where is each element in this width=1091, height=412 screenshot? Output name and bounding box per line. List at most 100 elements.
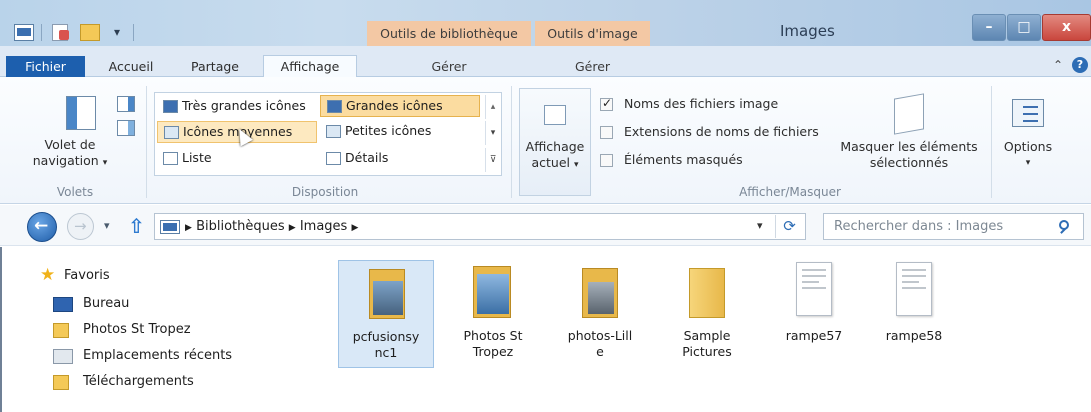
- hidden-items-checkbox[interactable]: [600, 154, 613, 167]
- nav-item-label: Téléchargements: [83, 374, 194, 389]
- file-name-line-2: e: [596, 344, 604, 359]
- nav-item-photos-st-tropez[interactable]: Photos St Tropez: [53, 320, 191, 340]
- search-input[interactable]: Rechercher dans : Images: [834, 219, 1003, 234]
- options-button[interactable]: Options ▾: [997, 139, 1059, 171]
- search-box[interactable]: Rechercher dans : Images: [823, 213, 1084, 240]
- layout-extra-large-icons[interactable]: Très grandes icônes: [157, 96, 317, 118]
- collapse-ribbon-icon[interactable]: ⌃: [1053, 58, 1063, 72]
- file-name-line-1: pcfusionsy: [352, 329, 420, 344]
- search-icon[interactable]: [1056, 218, 1074, 236]
- current-view-label-1: Affichage: [525, 139, 585, 154]
- photo-folder-icon: [552, 260, 648, 328]
- document-icon: [866, 260, 962, 328]
- layout-large-icons[interactable]: Grandes icônes: [320, 95, 480, 117]
- downloads-folder-icon: [53, 375, 69, 390]
- refresh-icon[interactable]: ⟳: [775, 215, 803, 238]
- tab-file[interactable]: Fichier: [6, 56, 85, 77]
- check-icon: ✓: [602, 96, 613, 110]
- file-item[interactable]: pcfusionsy nc1: [338, 260, 434, 368]
- nav-item-downloads[interactable]: Téléchargements: [53, 372, 194, 392]
- photo-folder-icon: [445, 260, 541, 328]
- tab-home[interactable]: Accueil: [92, 56, 170, 77]
- group-label-layout: Disposition: [291, 185, 359, 199]
- current-view-button[interactable]: Affichage actuel ▾: [519, 88, 591, 196]
- library-images-icon: [160, 220, 180, 234]
- checkbox-label-names: Noms des fichiers image: [624, 96, 779, 111]
- chevron-down-icon: ▾: [1025, 158, 1031, 168]
- hide-selected-label-2: sélectionnés: [869, 155, 949, 170]
- tab-share[interactable]: Partage: [176, 56, 254, 77]
- layout-details-label: Détails: [345, 150, 389, 165]
- help-icon[interactable]: ?: [1072, 57, 1088, 73]
- arrow-left-icon: ←: [34, 216, 49, 236]
- context-tab-library-tools[interactable]: Outils de bibliothèque: [367, 21, 531, 46]
- layout-small-label: Petites icônes: [345, 123, 432, 138]
- layout-large-label: Grandes icônes: [346, 98, 443, 113]
- nav-item-desktop[interactable]: Bureau: [53, 294, 129, 314]
- explorer-icon[interactable]: [14, 24, 34, 41]
- context-tab-image-tools[interactable]: Outils d'image: [535, 21, 650, 46]
- preview-pane-icon[interactable]: [117, 96, 135, 112]
- file-name-line-1: Sample: [683, 328, 731, 343]
- current-view-label: Affichage actuel ▾: [520, 139, 590, 173]
- breadcrumb-separator-icon: ▶: [288, 223, 296, 233]
- tab-view[interactable]: Affichage: [263, 55, 357, 77]
- file-item[interactable]: rampe57: [766, 260, 862, 344]
- breadcrumb-libraries[interactable]: Bibliothèques: [196, 219, 285, 234]
- details-pane-icon[interactable]: [117, 120, 135, 136]
- layout-extra-large-label: Très grandes icônes: [182, 98, 306, 113]
- file-extensions-checkbox[interactable]: [600, 126, 613, 139]
- navigation-pane-icon[interactable]: [66, 96, 96, 130]
- group-label-show-hide: Afficher/Masquer: [739, 185, 841, 199]
- gallery-scroll-up-icon[interactable]: ▴: [485, 95, 500, 119]
- back-button[interactable]: ←: [27, 212, 57, 242]
- group-separator: [146, 86, 147, 198]
- gallery-scroll-down-icon[interactable]: ▾: [485, 121, 500, 145]
- address-history-dropdown-icon[interactable]: ▾: [757, 219, 763, 232]
- nav-favorites[interactable]: ★ Favoris: [40, 265, 110, 286]
- maximize-button[interactable]: □: [1007, 14, 1041, 41]
- file-item[interactable]: Sample Pictures: [659, 260, 755, 360]
- checkbox-label-extensions: Extensions de noms de fichiers: [624, 124, 819, 139]
- up-arrow-icon[interactable]: ⇧: [128, 214, 145, 238]
- arrow-right-icon: →: [74, 217, 87, 235]
- hide-selected-button[interactable]: Masquer les éléments sélectionnés: [833, 139, 985, 171]
- forward-button[interactable]: →: [67, 213, 94, 240]
- close-button[interactable]: x: [1042, 14, 1091, 41]
- file-item[interactable]: rampe58: [866, 260, 962, 344]
- file-item[interactable]: Photos St Tropez: [445, 260, 541, 360]
- file-name-line-1: Photos St: [463, 328, 523, 343]
- extra-large-icons-icon: [163, 100, 178, 113]
- hide-selected-label-1: Masquer les éléments: [840, 139, 978, 154]
- new-folder-icon[interactable]: [80, 24, 100, 41]
- nav-item-recent-places[interactable]: Emplacements récents: [53, 346, 232, 366]
- file-item[interactable]: photos-Lill e: [552, 260, 648, 360]
- tab-manage-image[interactable]: Gérer: [535, 56, 650, 77]
- layout-small-icons[interactable]: Petites icônes: [320, 121, 480, 143]
- navigation-pane-label-1: Volet de: [44, 137, 96, 152]
- list-icon: [163, 152, 178, 165]
- checkbox-label-hidden: Éléments masqués: [624, 152, 743, 167]
- medium-icons-icon: [164, 126, 179, 139]
- quick-access-dropdown-icon[interactable]: ▾: [114, 25, 120, 39]
- navigation-pane-button[interactable]: Volet de navigation ▾: [28, 137, 112, 171]
- chevron-down-icon: ▾: [102, 158, 108, 168]
- layout-list[interactable]: Liste: [157, 148, 317, 170]
- layout-list-label: Liste: [182, 150, 212, 165]
- options-label: Options: [1003, 139, 1053, 154]
- breadcrumb-images[interactable]: Images: [300, 219, 348, 234]
- file-name-extensions-checkbox-names[interactable]: ✓: [600, 96, 613, 111]
- sort-by-icon: [544, 105, 566, 125]
- address-bar[interactable]: ▶ Bibliothèques ▶ Images ▶ ▾ ⟳: [154, 213, 806, 240]
- small-icons-icon: [326, 125, 341, 138]
- gallery-expand-icon[interactable]: ⊽: [485, 148, 500, 172]
- chevron-down-icon: ▾: [573, 160, 579, 170]
- photo-folder-icon: [339, 261, 435, 329]
- nav-item-label: Photos St Tropez: [83, 322, 191, 337]
- layout-details[interactable]: Détails: [320, 148, 480, 170]
- minimize-button[interactable]: –: [972, 14, 1006, 41]
- file-name-line-2: Pictures: [682, 344, 732, 359]
- tab-manage-library[interactable]: Gérer: [367, 56, 531, 77]
- properties-icon[interactable]: [52, 24, 69, 41]
- recent-locations-dropdown-icon[interactable]: ▾: [104, 219, 110, 232]
